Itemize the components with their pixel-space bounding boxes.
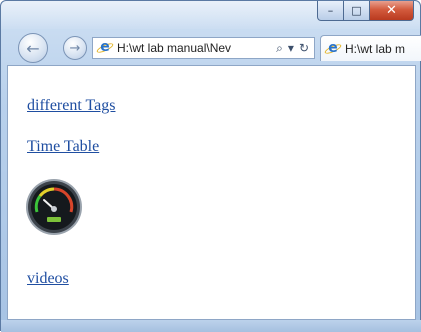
browser-window: – □ ✕ ← → e H:\wt lab manual\Nev ⌕ ▾ ↻ e (0, 0, 421, 332)
close-button[interactable]: ✕ (370, 1, 414, 21)
navigation-bar: ← → e H:\wt lab manual\Nev ⌕ ▾ ↻ e H:\wt… (1, 29, 421, 63)
ie-page-icon: e (95, 39, 115, 56)
back-button[interactable]: ← (18, 33, 48, 63)
tab-label: H:\wt lab m (345, 41, 406, 56)
refresh-icon[interactable]: ↻ (299, 41, 309, 55)
link-time-table[interactable]: Time Table (27, 138, 99, 156)
speedometer-icon[interactable] (25, 178, 83, 236)
ie-tab-icon: e (323, 40, 343, 57)
link-videos[interactable]: videos (27, 270, 69, 288)
back-arrow-icon: ← (26, 38, 40, 58)
dropdown-icon[interactable]: ▾ (288, 41, 294, 55)
caption-buttons: – □ ✕ (317, 1, 414, 21)
address-bar[interactable]: e H:\wt lab manual\Nev ⌕ ▾ ↻ (92, 37, 315, 59)
address-tools: ⌕ ▾ ↻ (271, 41, 314, 56)
minimize-button[interactable]: – (317, 1, 344, 21)
forward-arrow-icon: → (69, 40, 81, 56)
forward-button[interactable]: → (63, 36, 87, 60)
window-bottom-frame (1, 320, 421, 332)
page-content: different Tags Time Table videos (7, 65, 416, 320)
link-different-tags[interactable]: different Tags (27, 97, 115, 115)
title-bar: – □ ✕ (1, 1, 420, 29)
address-text[interactable]: H:\wt lab manual\Nev (117, 41, 271, 55)
maximize-button[interactable]: □ (344, 1, 370, 21)
search-icon[interactable]: ⌕ (276, 41, 283, 56)
tab-active[interactable]: e H:\wt lab m (320, 35, 421, 61)
